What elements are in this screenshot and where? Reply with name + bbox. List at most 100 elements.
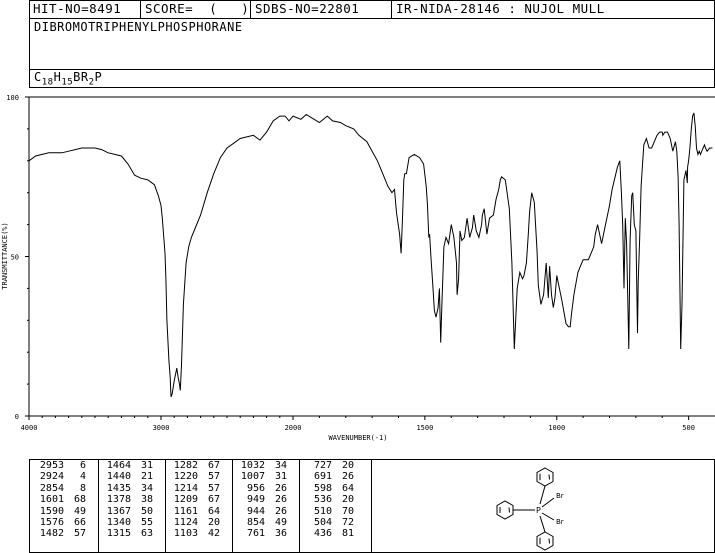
- peak-column: 727 20 691 26 598 64 536 20 510 70 504 72 436 81: [304, 460, 354, 540]
- bond-p-bottom: [539, 515, 546, 533]
- peak-wavenumber: 956: [246, 482, 265, 494]
- compound-name: DIBROMOTRIPHENYLPHOSPHORANE: [34, 20, 243, 34]
- peak-wavenumber: 1124: [173, 517, 198, 529]
- peak-row: 1601 68: [36, 494, 86, 505]
- peak-wavenumber: 1103: [173, 528, 198, 540]
- peak-wavenumber: 1340: [106, 517, 131, 529]
- peak-row: 956 26: [237, 483, 287, 494]
- peak-row: 1367 50: [103, 506, 153, 517]
- peak-wavenumber: 761: [246, 528, 265, 540]
- peak-column-divider: [98, 459, 99, 553]
- phenyl-ring-top: [536, 467, 554, 487]
- peak-row: 2924 4: [36, 471, 86, 482]
- peak-row: 1214 57: [170, 483, 220, 494]
- peak-row: 1220 57: [170, 471, 220, 482]
- peak-transmittance: 36: [274, 528, 287, 540]
- peak-wavenumber: 1464: [106, 460, 131, 471]
- peak-column: 1032 34 1007 31 956 26 949 26 944 26 854 49 761 36: [237, 460, 287, 540]
- peak-row: 1590 49: [36, 506, 86, 517]
- peak-wavenumber: 598: [313, 482, 332, 494]
- peak-row: 1209 67: [170, 494, 220, 505]
- peak-wavenumber: 1435: [106, 482, 131, 494]
- peak-transmittance: 20: [207, 517, 220, 529]
- peak-transmittance: 67: [207, 460, 220, 471]
- x-tick-label: 1500: [416, 424, 433, 432]
- peak-row: 1032 34: [237, 460, 287, 471]
- ir-info: IR-NIDA-28146 : NUJOL MULL: [396, 1, 605, 16]
- peak-row: 1315 63: [103, 528, 153, 539]
- peak-transmittance: 57: [207, 482, 220, 494]
- peak-column-divider: [299, 459, 300, 553]
- peak-row: 691 26: [304, 471, 354, 482]
- molecular-formula: C18H15BR2P: [34, 70, 103, 88]
- peak-wavenumber: 1576: [39, 517, 64, 529]
- peak-transmittance: 8: [79, 482, 86, 494]
- x-axis-label: WAVENUMBER(-1): [328, 434, 387, 442]
- peak-wavenumber: 1601: [39, 494, 64, 506]
- peak-wavenumber: 510: [313, 505, 332, 517]
- peak-wavenumber: 1367: [106, 505, 131, 517]
- peak-row: 1576 66: [36, 517, 86, 528]
- x-tick-label: 4000: [21, 424, 38, 432]
- peak-wavenumber: 691: [313, 471, 332, 483]
- peak-wavenumber: 1220: [173, 471, 198, 483]
- peak-row: 2854 8: [36, 483, 86, 494]
- peak-row: 1007 31: [237, 471, 287, 482]
- y-tick-label: 0: [15, 413, 19, 421]
- peak-wavenumber: 854: [246, 517, 265, 529]
- bond-p-br-bottom: [541, 512, 555, 521]
- peak-wavenumber: 1590: [39, 505, 64, 517]
- peak-column: 1464 31 1440 21 1435 34 1378 38 1367 50 1340 55 1315…: [103, 460, 153, 540]
- peak-wavenumber: 1315: [106, 528, 131, 540]
- peak-transmittance: 20: [341, 494, 354, 506]
- peak-row: 944 26: [237, 506, 287, 517]
- peak-wavenumber: 727: [313, 460, 332, 471]
- peak-transmittance: 31: [274, 471, 287, 483]
- peak-wavenumber: 1378: [106, 494, 131, 506]
- peak-wavenumber: 1440: [106, 471, 131, 483]
- peak-transmittance: 26: [274, 505, 287, 517]
- peak-transmittance: 34: [140, 482, 153, 494]
- peak-wavenumber: 1032: [240, 460, 265, 471]
- peak-row: 1282 67: [170, 460, 220, 471]
- peak-transmittance: 21: [140, 471, 153, 483]
- peak-transmittance: 67: [207, 494, 220, 506]
- peak-column-divider: [165, 459, 166, 553]
- peak-row: 949 26: [237, 494, 287, 505]
- peak-wavenumber: 2854: [39, 482, 64, 494]
- peak-wavenumber: 1282: [173, 460, 198, 471]
- peak-transmittance: 72: [341, 517, 354, 529]
- peak-transmittance: 70: [341, 505, 354, 517]
- peak-wavenumber: 536: [313, 494, 332, 506]
- peak-row: 598 64: [304, 483, 354, 494]
- peak-transmittance: 50: [140, 505, 153, 517]
- bond-p-br-top: [541, 497, 555, 508]
- peak-row: 1124 20: [170, 517, 220, 528]
- peak-row: 2953 6: [36, 460, 86, 471]
- y-tick-label: 50: [11, 254, 19, 262]
- peak-transmittance: 68: [73, 494, 86, 506]
- chart-axes: [28, 96, 715, 417]
- atom-br-bottom: Br: [556, 518, 564, 526]
- peak-transmittance: 64: [207, 505, 220, 517]
- peak-transmittance: 26: [274, 482, 287, 494]
- chart-ticks: 4000 3000 2000 1500 1000 500 0 50 100: [6, 94, 695, 432]
- peak-row: 854 49: [237, 517, 287, 528]
- peak-transmittance: 34: [274, 460, 287, 471]
- structure-diagram: P Br Br: [496, 467, 564, 551]
- peak-wavenumber: 944: [246, 505, 265, 517]
- peak-wavenumber: 1007: [240, 471, 265, 483]
- x-tick-label: 2000: [285, 424, 302, 432]
- peak-column: 1282 67 1220 57 1214 57 1209 67 1161 64 1124 20 1103…: [170, 460, 220, 540]
- peak-transmittance: 31: [140, 460, 153, 471]
- peak-row: 1435 34: [103, 483, 153, 494]
- peak-transmittance: 57: [73, 528, 86, 540]
- peak-wavenumber: 504: [313, 517, 332, 529]
- peak-wavenumber: 1214: [173, 482, 198, 494]
- peak-transmittance: 26: [274, 494, 287, 506]
- peak-row: 1340 55: [103, 517, 153, 528]
- phenyl-ring-left: [496, 500, 514, 520]
- x-tick-label: 3000: [153, 424, 170, 432]
- peak-transmittance: 49: [274, 517, 287, 529]
- x-tick-label: 500: [682, 424, 695, 432]
